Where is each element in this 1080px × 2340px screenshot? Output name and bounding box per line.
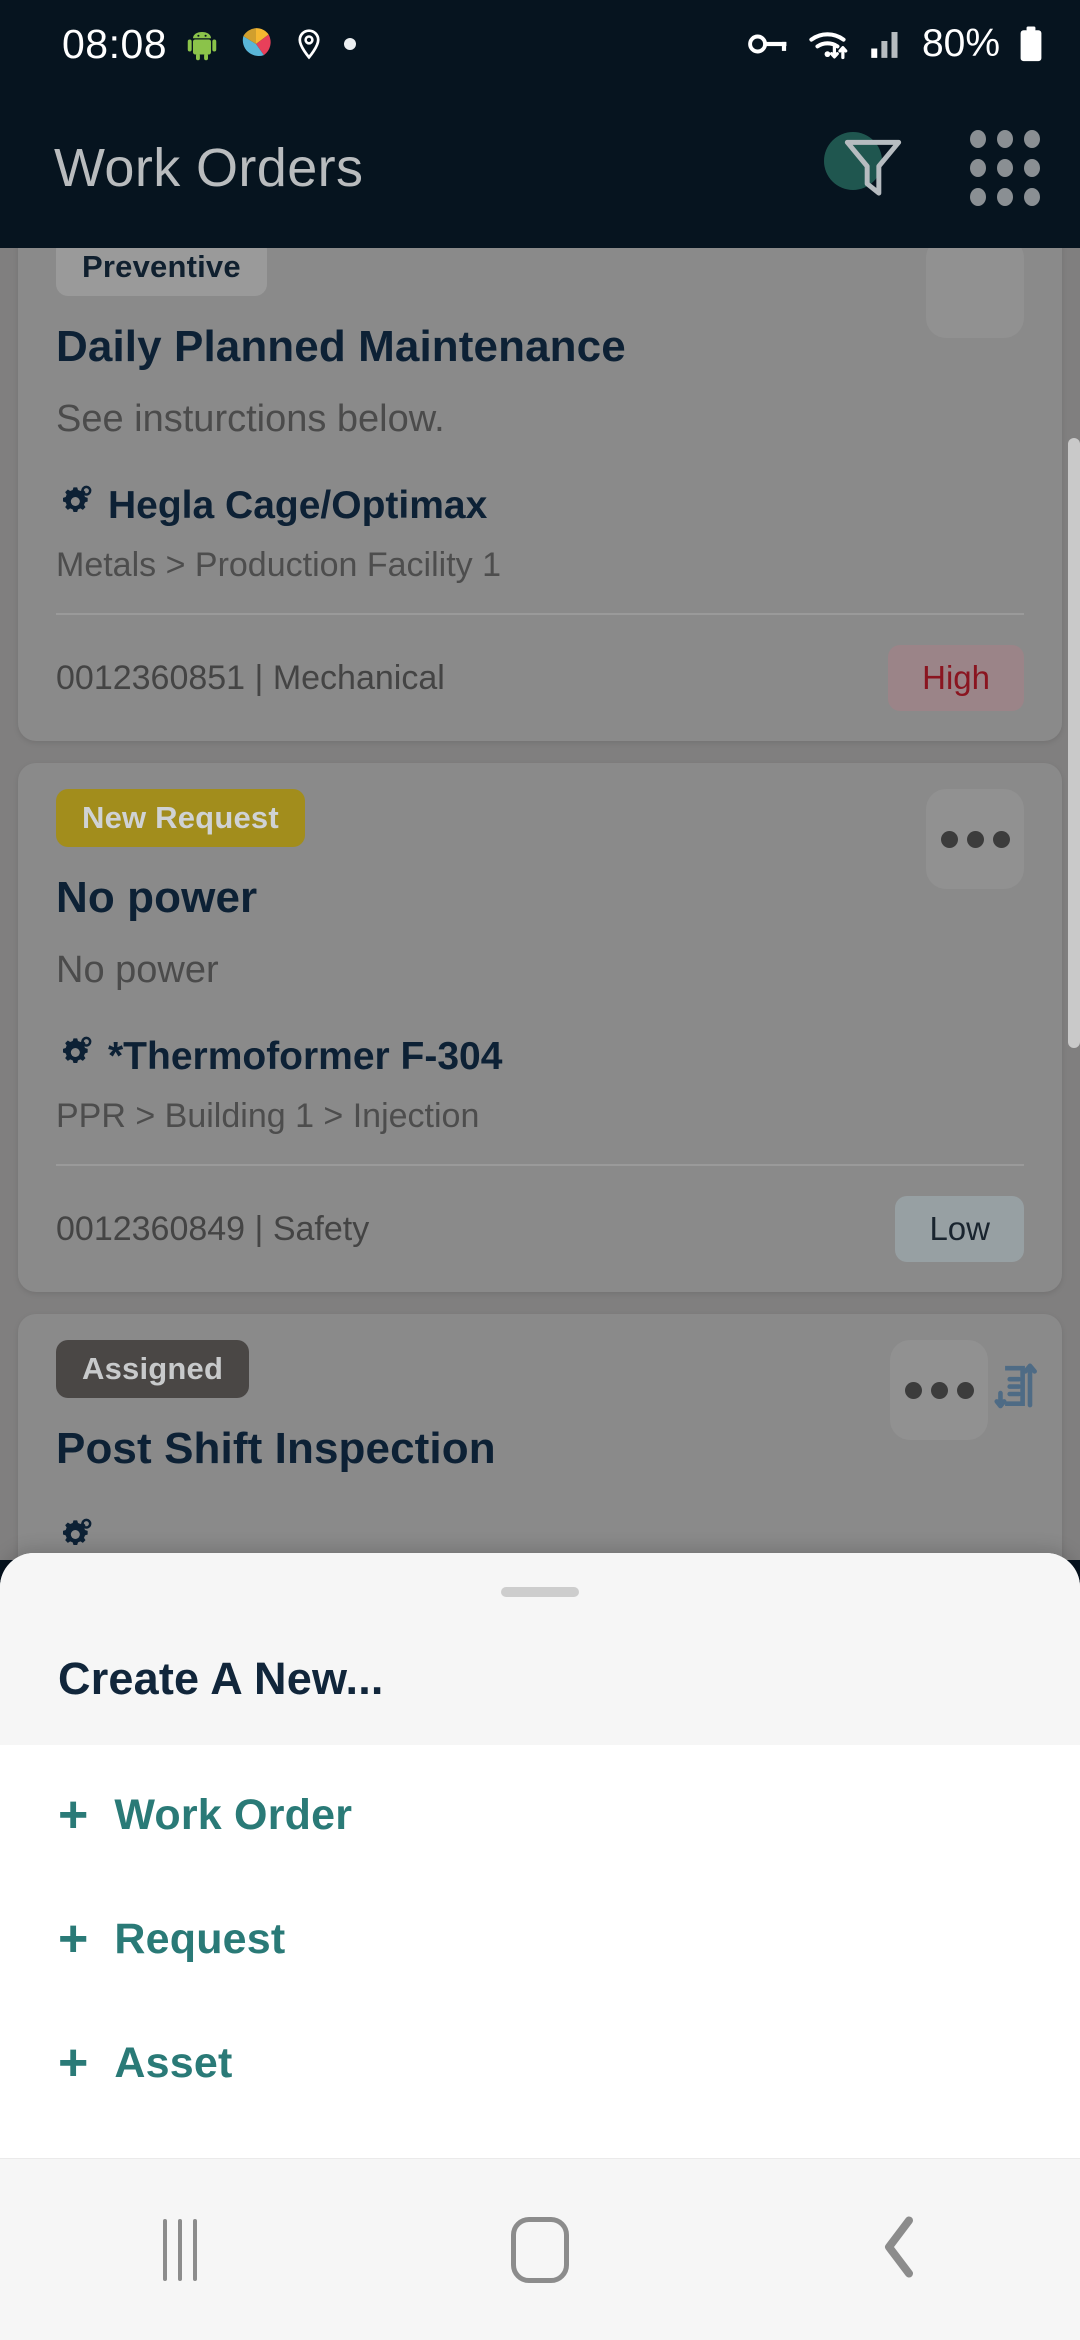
create-new-bottom-sheet: Create A New... + Work Order + Request +… <box>0 1553 1080 2158</box>
asset-location-path: Metals > Production Facility 1 <box>56 546 502 584</box>
work-order-description: No power <box>56 949 219 991</box>
card-menu-button[interactable] <box>890 1340 988 1440</box>
status-badge: Preventive <box>56 248 267 296</box>
sheet-menu-list: + Work Order + Request + Asset <box>0 1745 1080 2125</box>
home-button[interactable] <box>360 2216 720 2283</box>
create-work-order-label: Work Order <box>114 1790 353 1839</box>
card-menu-button[interactable] <box>926 789 1024 889</box>
create-asset-item[interactable]: + Asset <box>0 2001 1080 2125</box>
status-bar: 08:08 80% <box>0 0 1080 88</box>
work-order-description: See insturctions below. <box>56 398 445 440</box>
document-sort-icon[interactable] <box>992 1358 1044 1423</box>
work-order-title: Post Shift Inspection <box>56 1424 496 1473</box>
create-request-label: Request <box>114 1914 286 1963</box>
work-order-number-type: 0012360851 | Mechanical <box>56 658 445 697</box>
asset-name: Hegla Cage/Optimax <box>108 483 488 527</box>
sheet-drag-handle[interactable] <box>501 1587 579 1597</box>
work-order-title: Daily Planned Maintenance <box>56 322 626 371</box>
status-bar-left: 08:08 <box>62 21 357 68</box>
android-robot-icon <box>184 26 220 62</box>
asset-row: Hegla Cage/Optimax <box>56 483 1024 528</box>
asset-row: *Thermoformer F-304 <box>56 1034 1024 1079</box>
work-order-card[interactable]: New Request No power No power *Thermofor… <box>18 763 1062 1292</box>
plus-icon: + <box>58 1910 89 1968</box>
filter-button[interactable] <box>824 130 908 206</box>
status-bar-right: 80% <box>748 22 1044 66</box>
create-request-item[interactable]: + Request <box>0 1877 1080 2001</box>
work-order-list[interactable]: Preventive Daily Planned Maintenance See… <box>0 248 1080 1560</box>
dot-indicator-icon <box>343 37 357 51</box>
home-icon <box>511 2216 569 2283</box>
card-divider <box>56 613 1024 615</box>
cellular-signal-icon <box>870 29 904 59</box>
plus-icon: + <box>58 2034 89 2092</box>
list-scrollbar[interactable] <box>1068 438 1080 1048</box>
recents-button[interactable] <box>0 2218 360 2281</box>
header-actions <box>824 130 1040 206</box>
checklist-download-icon[interactable] <box>984 248 1044 253</box>
asset-location-path: PPR > Building 1 > Injection <box>56 1097 480 1135</box>
priority-badge: Low <box>895 1196 1024 1262</box>
status-badge: Assigned <box>56 1340 250 1398</box>
sheet-header: Create A New... <box>0 1553 1080 1745</box>
priority-badge: High <box>888 645 1024 711</box>
asset-name: *Thermoformer F-304 <box>108 1034 503 1078</box>
back-chevron-icon <box>877 2212 923 2287</box>
work-order-number-type: 0012360849 | Safety <box>56 1209 370 1248</box>
location-pin-icon <box>292 27 326 61</box>
back-button[interactable] <box>720 2212 1080 2287</box>
recents-icon <box>163 2218 197 2281</box>
card-divider <box>56 1164 1024 1166</box>
card-footer: 0012360849 | Safety Low <box>56 1196 1024 1262</box>
status-badge: New Request <box>56 789 305 847</box>
vpn-key-icon <box>748 29 790 59</box>
apps-grid-button[interactable] <box>970 130 1040 206</box>
work-order-card[interactable]: Preventive Daily Planned Maintenance See… <box>18 248 1062 741</box>
work-order-title: No power <box>56 873 258 922</box>
sheet-title: Create A New... <box>58 1653 384 1704</box>
plus-icon: + <box>58 1786 89 1844</box>
create-work-order-item[interactable]: + Work Order <box>0 1753 1080 1877</box>
app-header: Work Orders <box>0 88 1080 248</box>
gear-icon <box>56 483 96 528</box>
card-footer: 0012360851 | Mechanical High <box>56 645 1024 711</box>
android-nav-bar <box>0 2158 1080 2340</box>
work-order-card[interactable]: Assigned Post Shift Inspection <box>18 1314 1062 1560</box>
battery-percent-label: 80% <box>921 22 1000 65</box>
gear-icon <box>56 1034 96 1079</box>
status-bar-clock: 08:08 <box>62 20 168 67</box>
create-asset-label: Asset <box>114 2038 233 2087</box>
camera-app-icon <box>237 25 275 63</box>
phone-screen: 08:08 80% Work Orders Preventive Daily P… <box>0 0 1080 2340</box>
battery-icon <box>1018 25 1044 63</box>
page-title: Work Orders <box>54 138 364 198</box>
wifi-icon <box>808 27 852 61</box>
card-menu-button[interactable] <box>926 248 1024 338</box>
